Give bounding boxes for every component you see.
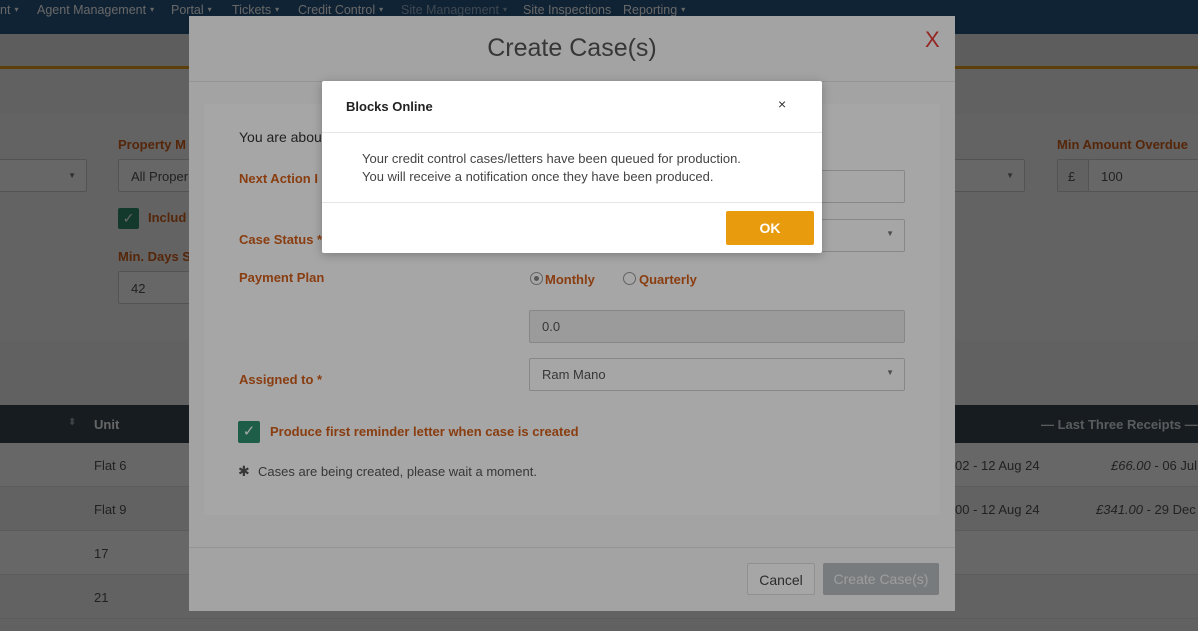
dialog-message-line-2: You will receive a notification once the… (362, 169, 714, 184)
dialog-title: Blocks Online (346, 99, 433, 114)
close-icon[interactable]: × (778, 96, 786, 112)
dialog-footer-divider (322, 202, 822, 203)
dialog-message-line-1: Your credit control cases/letters have b… (362, 151, 741, 166)
ok-button[interactable]: OK (726, 211, 814, 245)
dialog-header: Blocks Online × (322, 81, 822, 133)
blocks-online-dialog: Blocks Online × Your credit control case… (322, 81, 822, 253)
